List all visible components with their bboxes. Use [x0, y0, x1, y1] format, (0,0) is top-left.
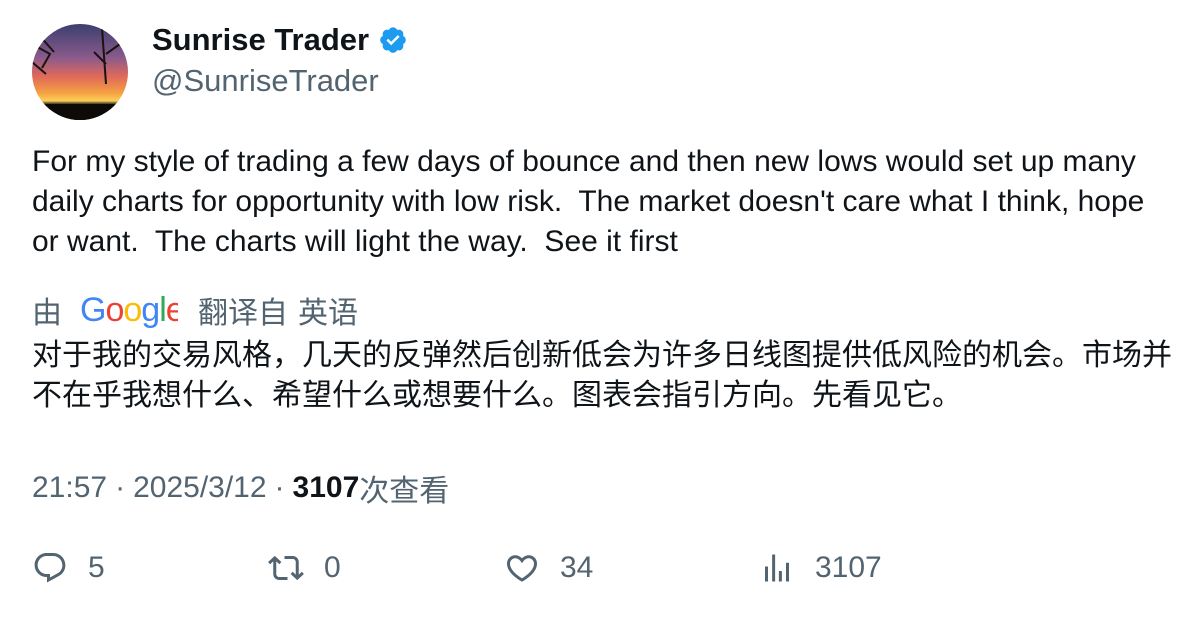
meta-separator: · [274, 471, 285, 504]
heart-icon [506, 555, 538, 582]
author-display-name[interactable]: Sunrise Trader [152, 22, 369, 58]
sunset-landscape-avatar [32, 24, 128, 120]
reply-count: 5 [88, 551, 105, 584]
views-action-count: 3107 [815, 551, 882, 584]
translated-text: 对于我的交易风格，几天的反弹然后创新低会为许多日线图提供低风险的机会。市场并不在… [32, 339, 1172, 412]
action-bar: 5 0 34 3107 [32, 550, 1172, 594]
author-handle[interactable]: @SunriseTrader [152, 63, 379, 99]
views-button[interactable]: 3107 [759, 550, 882, 586]
google-logo-icon: Google [80, 290, 185, 330]
tweet-time[interactable]: 21:57 [32, 471, 107, 505]
like-button[interactable]: 34 [504, 550, 593, 586]
views-label: 次查看 [359, 475, 450, 508]
reply-button[interactable]: 5 [32, 550, 105, 586]
meta-separator: · [115, 471, 126, 504]
translation-from-label: 翻译自 [198, 297, 288, 330]
svg-text:Google: Google [80, 291, 178, 329]
verified-badge-icon [378, 25, 408, 55]
tweet-date[interactable]: 2025/3/12 [133, 471, 266, 505]
reply-icon [34, 553, 66, 583]
retweet-count: 0 [324, 551, 341, 584]
translation-attribution[interactable]: 由 Google 翻译自 英语 [32, 288, 358, 332]
analytics-icon [765, 554, 789, 582]
like-count: 34 [560, 551, 594, 584]
translation-language: 英语 [298, 297, 358, 330]
tweet-meta: 21:57 · 2025/3/12 · 3107 次查看 [32, 466, 449, 510]
translation-by-label: 由 [32, 297, 62, 330]
retweet-icon [268, 555, 304, 581]
retweet-button[interactable]: 0 [268, 550, 341, 586]
views-count: 3107 [292, 471, 360, 504]
tweet-text: For my style of trading a few days of bo… [32, 145, 1153, 258]
avatar[interactable] [32, 24, 128, 120]
